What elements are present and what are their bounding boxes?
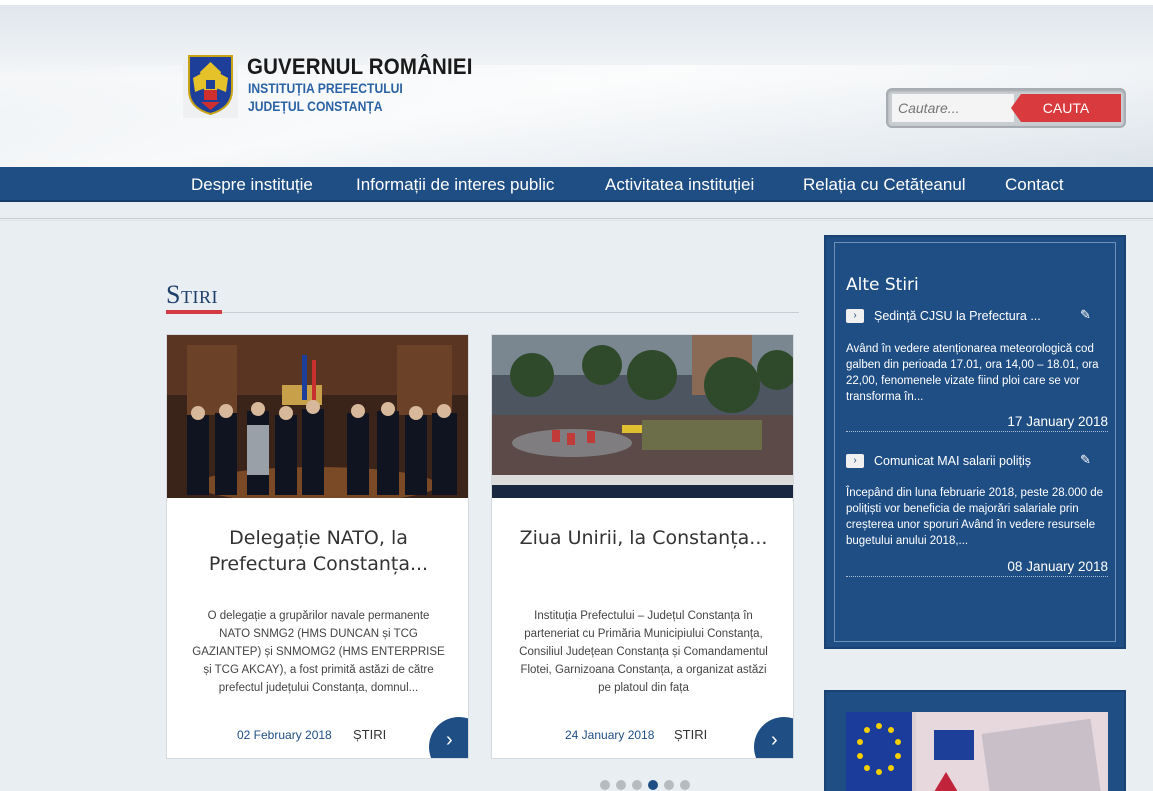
- eu-driving-license-banner[interactable]: [846, 712, 1108, 791]
- chevron-right-icon: ›: [446, 729, 453, 751]
- other-news-frame: [834, 242, 1116, 642]
- nav-item-relatia-cu-cetateanul[interactable]: Relația cu Cetățeanul: [803, 175, 966, 195]
- other-news-item-title[interactable]: Comunicat MAI salarii polițiș: [874, 454, 1031, 468]
- nav-item-despre-institutie[interactable]: Despre instituție: [191, 175, 313, 195]
- other-news-item-title[interactable]: Ședință CJSU la Prefectura ...: [874, 309, 1041, 323]
- paperclip-icon: ✎: [1080, 307, 1091, 322]
- carousel-dot[interactable]: [680, 780, 690, 790]
- nav-item-activitatea-institutiei[interactable]: Activitatea instituției: [605, 175, 754, 195]
- read-more-button[interactable]: ›: [429, 717, 468, 758]
- divider: [0, 218, 1153, 221]
- chevron-right-icon[interactable]: ›: [846, 309, 864, 323]
- news-card-date: 02 February 2018: [237, 728, 332, 742]
- section-title-accent: [166, 310, 222, 314]
- read-more-button[interactable]: ›: [754, 717, 793, 758]
- romania-coat-of-arms-icon[interactable]: [183, 50, 238, 118]
- carousel-dot[interactable]: [600, 780, 610, 790]
- other-news-item-date: 08 January 2018: [846, 559, 1108, 577]
- main-navigation: Despre instituție Informații de interes …: [0, 167, 1153, 202]
- news-card[interactable]: Delegație NATO, la Prefectura Constanța.…: [166, 334, 469, 759]
- news-card-text: Instituția Prefectului – Județul Constan…: [519, 610, 768, 694]
- carousel-dot[interactable]: [616, 780, 626, 790]
- search-input[interactable]: [892, 94, 1014, 122]
- news-card-title[interactable]: Delegație NATO, la Prefectura Constanța.…: [187, 525, 450, 577]
- news-card[interactable]: Ziua Unirii, la Constanța... Instituția …: [491, 334, 794, 759]
- news-card-text: O delegație a grupărilor navale permanen…: [192, 610, 445, 694]
- chevron-right-icon[interactable]: ›: [846, 454, 864, 468]
- section-title: Stiri: [166, 280, 218, 309]
- nav-item-contact[interactable]: Contact: [1005, 175, 1064, 195]
- search-button[interactable]: CAUTA: [1011, 94, 1121, 122]
- logo-subtitle-institution[interactable]: INSTITUȚIA PREFECTULUI: [248, 81, 403, 96]
- other-news-title: Alte Stiri: [846, 275, 919, 295]
- paperclip-icon: ✎: [1080, 452, 1091, 467]
- other-news-item-text: Începând din luna februarie 2018, peste …: [846, 487, 1104, 547]
- search-box: CAUTA: [886, 88, 1126, 128]
- news-card-image[interactable]: [492, 335, 794, 498]
- carousel-dot[interactable]: [664, 780, 674, 790]
- other-news-panel: Alte Stiri › Ședință CJSU la Prefectura …: [824, 235, 1126, 649]
- other-news-item-text: Având în vedere atenționarea meteorologi…: [846, 343, 1099, 403]
- nav-item-informatii-interes-public[interactable]: Informații de interes public: [356, 175, 554, 195]
- banner-panel: [824, 690, 1126, 791]
- news-card-category[interactable]: ȘTIRI: [674, 727, 707, 742]
- news-card-image[interactable]: [167, 335, 469, 498]
- other-news-item-date: 17 January 2018: [846, 414, 1108, 432]
- news-card-category[interactable]: ȘTIRI: [353, 727, 386, 742]
- news-card-date: 24 January 2018: [565, 728, 655, 742]
- news-card-title[interactable]: Ziua Unirii, la Constanța...: [512, 525, 775, 551]
- logo-subtitle-county[interactable]: JUDEȚUL CONSTANȚA: [248, 99, 383, 114]
- chevron-right-icon: ›: [771, 729, 778, 751]
- logo-title[interactable]: GUVERNUL ROMÂNIEI: [247, 54, 473, 80]
- carousel-dot-active[interactable]: [648, 780, 658, 790]
- carousel-dot[interactable]: [632, 780, 642, 790]
- header: GUVERNUL ROMÂNIEI INSTITUȚIA PREFECTULUI…: [0, 0, 1153, 172]
- section-title-underline: [166, 312, 799, 313]
